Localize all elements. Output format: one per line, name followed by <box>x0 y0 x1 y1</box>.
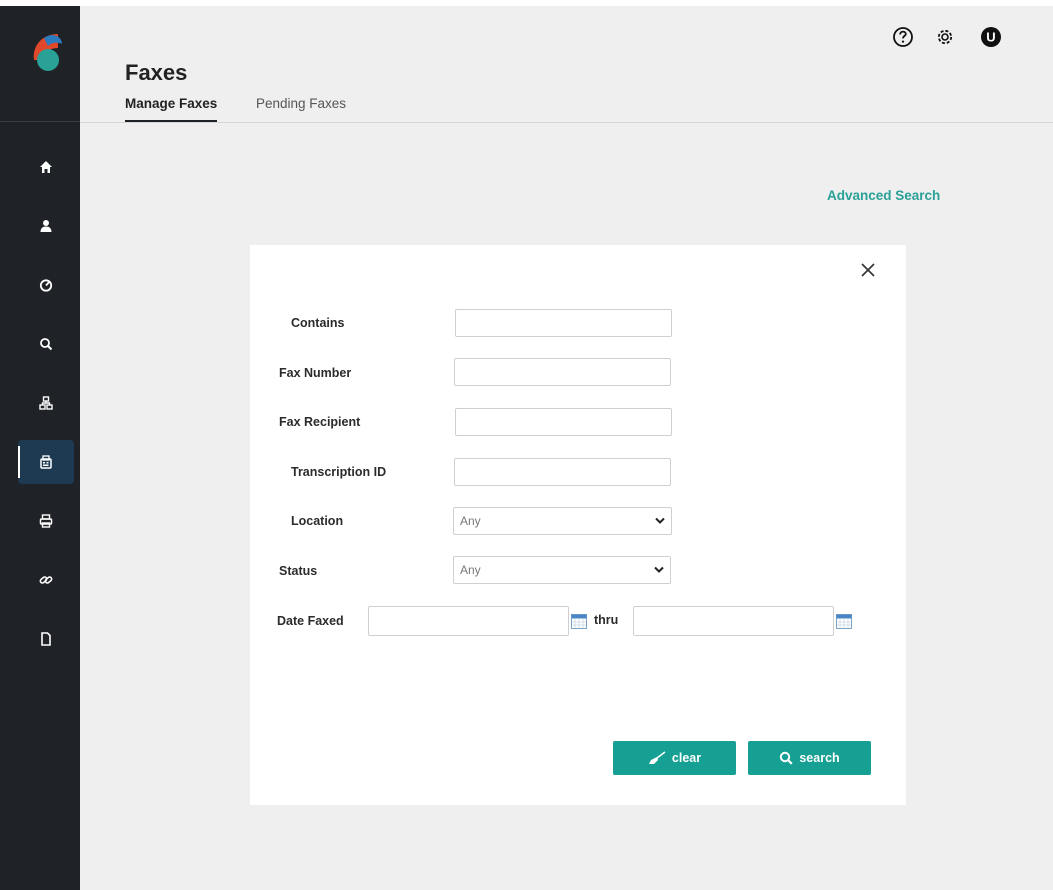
broom-icon <box>648 751 666 764</box>
clear-button-label: clear <box>671 751 702 765</box>
chevron-down-icon <box>655 517 665 524</box>
transcription-id-label: Transcription ID <box>291 465 387 479</box>
nav-network[interactable] <box>18 381 74 425</box>
nav-dashboard[interactable] <box>18 263 74 307</box>
header-divider <box>80 122 1053 123</box>
app-logo <box>33 34 62 71</box>
chevron-down-icon <box>654 566 664 573</box>
search-button[interactable]: search <box>748 741 871 775</box>
date-from-input[interactable] <box>368 606 569 636</box>
fax-recipient-label: Fax Recipient <box>279 415 361 429</box>
nav-home[interactable] <box>18 145 74 189</box>
nav-print[interactable] <box>18 499 74 543</box>
advanced-search-link[interactable]: Advanced Search <box>827 188 940 203</box>
transcription-id-input[interactable] <box>454 458 671 486</box>
search-button-label: search <box>799 751 840 765</box>
status-label: Status <box>279 564 318 578</box>
printer-icon <box>39 514 53 528</box>
page-title: Faxes <box>125 60 188 85</box>
clear-button[interactable]: clear <box>613 741 736 775</box>
search-icon <box>780 751 793 765</box>
settings-icon[interactable] <box>934 26 956 48</box>
contains-input[interactable] <box>455 309 672 337</box>
search-icon <box>40 338 53 351</box>
home-icon <box>40 161 52 173</box>
gauge-icon <box>39 279 53 292</box>
tab-pending-faxes[interactable]: Pending Faxes <box>256 96 346 111</box>
nav-users[interactable] <box>18 204 74 248</box>
fax-icon <box>40 455 52 469</box>
user-initial: U <box>986 30 995 45</box>
date-faxed-label: Date Faxed <box>277 614 344 628</box>
sidebar-divider <box>0 121 80 122</box>
nav-faxes[interactable] <box>18 440 74 484</box>
fax-number-input[interactable] <box>454 358 671 386</box>
nav-search[interactable] <box>18 322 74 366</box>
user-icon <box>40 220 52 232</box>
calendar-icon[interactable] <box>836 613 852 629</box>
close-icon[interactable] <box>860 262 876 278</box>
location-selected-value: Any <box>460 514 481 528</box>
contains-label: Contains <box>291 316 345 330</box>
location-label: Location <box>291 514 344 528</box>
fax-number-label: Fax Number <box>279 366 352 380</box>
user-avatar[interactable]: U <box>980 26 1002 48</box>
calendar-icon[interactable] <box>571 613 587 629</box>
nav-links[interactable] <box>18 558 74 602</box>
document-icon <box>41 632 51 646</box>
network-icon <box>39 396 53 410</box>
date-to-input[interactable] <box>633 606 834 636</box>
thru-label: thru <box>594 613 619 627</box>
nav-documents[interactable] <box>18 617 74 661</box>
fax-recipient-input[interactable] <box>455 408 672 436</box>
tab-manage-faxes[interactable]: Manage Faxes <box>125 96 218 122</box>
location-select[interactable]: Any <box>453 507 672 535</box>
status-selected-value: Any <box>460 563 481 577</box>
link-icon <box>39 576 53 584</box>
status-select[interactable]: Any <box>453 556 671 584</box>
help-icon[interactable] <box>892 26 914 48</box>
